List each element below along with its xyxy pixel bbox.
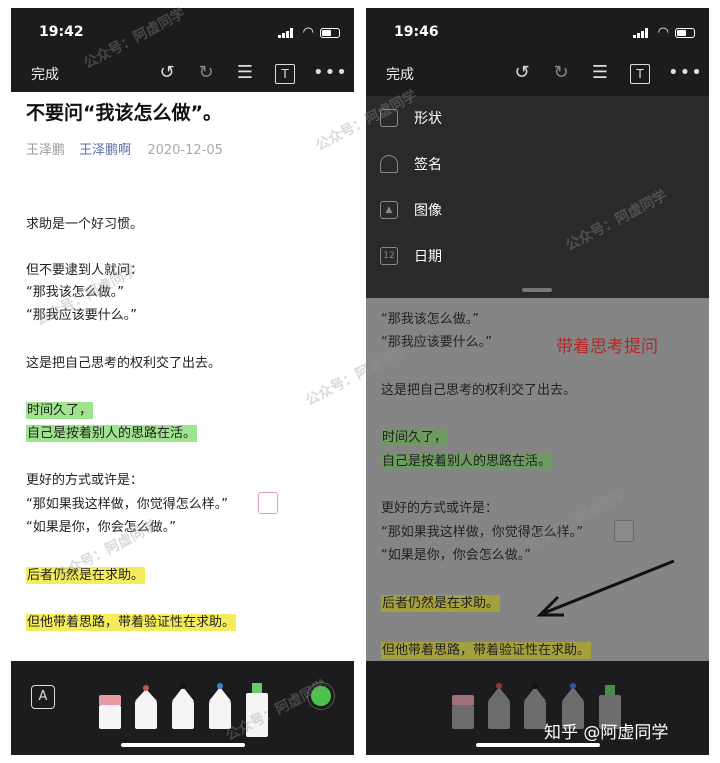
markup-toolbar: 完成 ↺ ↻ ☰ T •••	[366, 56, 709, 96]
article-title: 不要问“我该怎么做”。	[26, 102, 222, 124]
yellow-highlight: 后者仍然是在求助。	[26, 567, 146, 584]
drawn-arrow	[536, 559, 675, 617]
red-marker-tool[interactable]	[488, 683, 510, 729]
green-highlight: 时间久了，	[381, 429, 449, 446]
body-line: “如果是你，你会怎么做。”	[381, 548, 531, 563]
highlighted-line: 但他带着思路，带着验证性在求助。	[381, 639, 592, 659]
battery-icon	[675, 28, 695, 38]
body-line: “那如果我这样做，你觉得怎么样。”	[381, 525, 583, 540]
menu-grabber[interactable]	[522, 288, 552, 292]
note-icon[interactable]: ☰	[589, 62, 611, 84]
sticky-note-icon[interactable]	[614, 520, 634, 542]
highlighted-line: 时间久了，	[26, 399, 94, 419]
article-page: 不要问“我该怎么做”。 王泽鹏 王泽鹏啊 2020-12-05 求助是一个好习惯…	[11, 92, 354, 667]
green-highlight: 自己是按着别人的思路在活。	[381, 453, 553, 470]
text-box-icon[interactable]: T	[630, 64, 650, 84]
note-icon[interactable]: ☰	[234, 62, 256, 84]
redo-icon[interactable]: ↻	[550, 62, 572, 84]
undo-icon[interactable]: ↺	[511, 62, 533, 84]
red-marker-tool[interactable]	[135, 685, 157, 729]
yellow-highlight: 但他带着思路，带着验证性在求助。	[381, 642, 592, 659]
blue-pen-tool[interactable]	[209, 683, 231, 729]
home-indicator	[476, 743, 600, 747]
redo-icon[interactable]: ↻	[195, 62, 217, 84]
author-name: 王泽鹏	[26, 143, 66, 158]
status-bar: 19:46 ◠	[366, 8, 709, 56]
signature-icon	[380, 155, 398, 173]
highlighted-line: 后者仍然是在求助。	[26, 564, 146, 584]
color-picker-button[interactable]	[311, 686, 331, 706]
zhihu-credit: 知乎 @阿虚同学	[544, 723, 669, 743]
status-time: 19:42	[39, 24, 84, 40]
battery-icon	[320, 28, 340, 38]
highlighted-line: 自己是按着别人的思路在活。	[26, 422, 198, 442]
publish-date: 2020-12-05	[147, 143, 223, 158]
black-pen-tool[interactable]	[172, 683, 194, 729]
left-screenshot: 19:42 ◠ 完成 ↺ ↻ ☰ T ••• 不要问“我该怎么做”。 王泽鹏 王…	[11, 8, 354, 755]
signal-icon	[633, 28, 648, 38]
body-line: “那我应该要什么。”	[381, 335, 492, 350]
highlighted-line: 时间久了，	[381, 426, 449, 446]
menu-item-image[interactable]: ▲ 图像	[380, 200, 442, 230]
menu-item-date[interactable]: 12 日期	[380, 246, 442, 276]
more-icon[interactable]: •••	[313, 62, 347, 84]
menu-item-signature[interactable]: 签名	[380, 154, 442, 184]
image-icon: ▲	[380, 201, 398, 219]
dimmed-article: “那我该怎么做。” “那我应该要什么。” 带着思考提问 这是把自己思考的权利交了…	[366, 298, 709, 663]
right-screenshot: 19:46 ◠ 完成 ↺ ↻ ☰ T ••• 形状 签名 ▲ 图像 12 日期 “那…	[366, 8, 709, 755]
black-pen-tool[interactable]	[524, 683, 546, 729]
highlighted-line: 自己是按着别人的思路在活。	[381, 450, 553, 470]
article-meta: 王泽鹏 王泽鹏啊 2020-12-05	[26, 139, 223, 158]
wifi-icon: ◠	[657, 25, 669, 40]
body-line: 这是把自己思考的权利交了出去。	[381, 383, 577, 398]
calendar-icon: 12	[380, 247, 398, 265]
signal-icon	[278, 28, 293, 38]
done-button[interactable]: 完成	[386, 64, 414, 84]
green-highlight: 自己是按着别人的思路在活。	[26, 425, 198, 442]
shape-icon	[380, 109, 398, 127]
highlighted-line: 后者仍然是在求助。	[381, 592, 501, 612]
menu-item-shape[interactable]: 形状	[380, 108, 442, 138]
body-line: 但不要逮到人就问：	[26, 263, 144, 278]
author-link[interactable]: 王泽鹏啊	[79, 143, 131, 158]
home-indicator	[121, 743, 245, 747]
yellow-highlight: 但他带着思路，带着验证性在求助。	[26, 614, 237, 631]
status-bar: 19:42 ◠	[11, 8, 354, 56]
text-box-icon[interactable]: T	[275, 64, 295, 84]
sticky-note-icon[interactable]	[258, 492, 278, 514]
markup-toolbar: 完成 ↺ ↻ ☰ T •••	[11, 56, 354, 96]
undo-icon[interactable]: ↺	[156, 62, 178, 84]
yellow-highlight: 后者仍然是在求助。	[381, 595, 501, 612]
body-line: “那我应该要什么。”	[26, 308, 137, 323]
body-line: “那如果我这样做，你觉得怎么样。”	[26, 497, 228, 512]
body-line: “如果是你，你会怎么做。”	[26, 520, 176, 535]
handwritten-annotation: 带着思考提问	[556, 337, 658, 357]
body-line: “那我该怎么做。”	[381, 312, 479, 327]
body-line: 更好的方式或许是：	[381, 501, 499, 516]
green-highlight: 时间久了，	[26, 402, 94, 419]
text-tool-icon[interactable]: A	[31, 685, 55, 709]
eraser-tool[interactable]	[452, 695, 474, 729]
insert-menu: 形状 签名 ▲ 图像 12 日期	[366, 96, 709, 298]
body-line: “那我该怎么做。”	[26, 285, 124, 300]
wifi-icon: ◠	[302, 25, 314, 40]
highlighter-tool[interactable]	[246, 683, 268, 737]
status-time: 19:46	[394, 24, 439, 40]
done-button[interactable]: 完成	[31, 64, 59, 84]
highlighted-line: 但他带着思路，带着验证性在求助。	[26, 611, 237, 631]
more-icon[interactable]: •••	[668, 62, 702, 84]
eraser-tool[interactable]	[99, 695, 121, 729]
drawing-tools-dock: A	[11, 661, 354, 755]
body-line: 更好的方式或许是：	[26, 473, 144, 488]
body-line: 求助是一个好习惯。	[26, 217, 144, 232]
body-line: 这是把自己思考的权利交了出去。	[26, 356, 222, 371]
